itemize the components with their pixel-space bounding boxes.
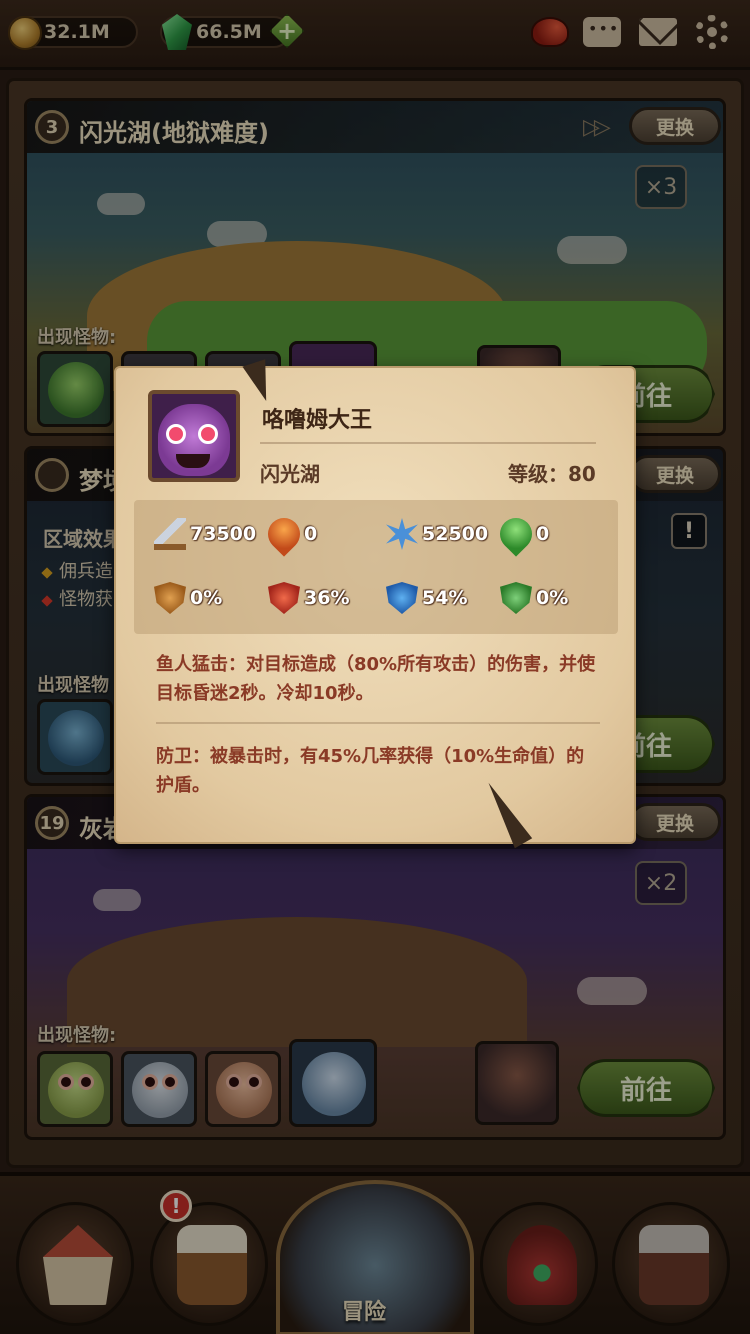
monster-map: 闪光湖 xyxy=(260,462,320,486)
snowflake-icon xyxy=(386,518,418,550)
physical-shield-icon xyxy=(154,582,186,614)
fire-attack-stat: 0 xyxy=(261,511,317,557)
torn-edge-decor xyxy=(242,359,278,405)
frost-attack-stat: 52500 xyxy=(386,518,488,550)
poison-resist-stat: 0% xyxy=(500,582,568,614)
sword-icon xyxy=(154,518,186,550)
stats-panel: 73500 0 52500 0 0% 36% 54% 0% xyxy=(134,500,618,634)
frost-resist-stat: 54% xyxy=(386,582,467,614)
skill-description: 防卫：被暴击时，有45%几率获得（10%生命值）的护盾。 xyxy=(156,746,585,796)
fire-shield-icon xyxy=(268,582,300,614)
skill-description: 鱼人猛击：对目标造成（80%所有攻击）的伤害，并使目标昏迷2秒。冷却10秒。 xyxy=(156,654,596,704)
fire-icon xyxy=(261,511,307,557)
monster-info-popup: 咯噜姆大王 闪光湖 等级：80 73500 0 52500 0 0% 36% 5… xyxy=(114,359,636,849)
monster-portrait xyxy=(148,390,240,482)
frost-shield-icon xyxy=(386,582,418,614)
attack-stat: 73500 xyxy=(154,518,256,550)
fire-resist-stat: 36% xyxy=(268,582,349,614)
poison-drop-icon xyxy=(493,511,539,557)
divider xyxy=(260,442,596,444)
monster-level: 等级：80 xyxy=(508,462,596,486)
monster-name: 咯噜姆大王 xyxy=(262,408,373,433)
physical-resist-stat: 0% xyxy=(154,582,222,614)
divider xyxy=(156,722,600,724)
poison-shield-icon xyxy=(500,582,532,614)
poison-attack-stat: 0 xyxy=(493,511,549,557)
